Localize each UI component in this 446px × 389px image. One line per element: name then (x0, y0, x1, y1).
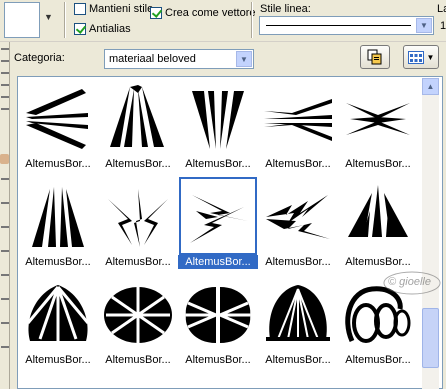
gallery-item-selected[interactable]: AltemusBor... (178, 175, 258, 273)
ruler-mark (1, 202, 9, 204)
cut-off-label: La (437, 3, 446, 15)
burst-bars-small-icon (346, 103, 410, 135)
copy-button[interactable] (360, 45, 390, 69)
gallery-item-caption: AltemusBor... (105, 354, 171, 366)
toolbar-separator (64, 2, 66, 38)
gallery-item[interactable]: AltemusBor... (258, 77, 338, 175)
swatch-dropdown-icon[interactable]: ▼ (44, 12, 53, 22)
chevron-down-icon: ▼ (426, 52, 435, 62)
gallery-item[interactable]: AltemusBor... (18, 273, 98, 371)
view-grid-icon (407, 50, 424, 64)
gallery-item-caption: AltemusBor... (265, 256, 331, 268)
categoria-select[interactable]: materiaal beloved ▼ (104, 49, 254, 69)
ruler-mark (1, 346, 9, 348)
gallery-item-caption: AltemusBor... (185, 354, 251, 366)
toolbar: ▼ Mantieni stile Antialias Crea come vet… (0, 0, 446, 42)
ruler-mark (1, 84, 9, 86)
burst-bars-pair-icon (26, 89, 88, 149)
gallery-item-caption: AltemusBor... (105, 158, 171, 170)
ruler-mark (1, 178, 9, 180)
spikes-down-icon (192, 91, 244, 149)
gallery-item[interactable]: AltemusBor... (98, 273, 178, 371)
checkbox-box[interactable] (150, 7, 162, 19)
spikes-lightning-icon (108, 189, 168, 247)
shell-fan-icon (26, 285, 90, 341)
gallery-scrollbar[interactable]: ▲ (422, 78, 439, 389)
stile-linea-select[interactable]: ▼ (259, 16, 434, 35)
shape-gallery: AltemusBor... AltemusBor... AltemusBor..… (17, 76, 443, 389)
watermark-logo: © gioelle (380, 268, 444, 298)
mantieni-stile-checkbox[interactable]: Mantieni stile (74, 3, 153, 15)
antialias-checkbox[interactable]: Antialias (74, 23, 131, 35)
gallery-item[interactable]: AltemusBor... (178, 273, 258, 371)
gallery-item[interactable]: AltemusBor... (258, 273, 338, 371)
shell-rays-icon (266, 285, 330, 341)
shell-split-2-icon (185, 287, 251, 343)
gallery-item-caption: AltemusBor... (178, 255, 258, 269)
lightning-zigzag-icon (266, 195, 330, 239)
scroll-up-icon[interactable]: ▲ (422, 78, 439, 95)
ruler-mark (1, 60, 9, 62)
gallery-item-caption: AltemusBor... (25, 354, 91, 366)
gallery-item[interactable]: AltemusBor... (98, 77, 178, 175)
crea-vettore-checkbox[interactable]: Crea come vettore (150, 7, 255, 19)
gallery-item-caption: AltemusBor... (345, 158, 411, 170)
gallery-item-caption: AltemusBor... (105, 256, 171, 268)
ruler-mark (1, 274, 9, 276)
gallery-item-caption: AltemusBor... (265, 158, 331, 170)
gallery-item-caption: AltemusBor... (185, 158, 251, 170)
toolbar-separator (251, 2, 253, 38)
lightning-pair-icon (190, 195, 248, 243)
gallery-item[interactable]: AltemusBor... (18, 77, 98, 175)
mantieni-stile-label: Mantieni stile (89, 3, 154, 15)
gallery-item-caption: AltemusBor... (25, 158, 91, 170)
gallery-item[interactable]: AltemusBor... (18, 175, 98, 273)
chevron-down-icon[interactable]: ▼ (236, 51, 252, 67)
color-swatch[interactable] (4, 2, 40, 38)
spikes-arc-icon (348, 185, 408, 237)
spikes-tall-icon (32, 187, 84, 247)
copy-icon (367, 49, 382, 65)
ruler-mark (1, 322, 9, 324)
gallery-item[interactable]: AltemusBor... (338, 77, 418, 175)
gallery-item[interactable]: AltemusBor... (178, 77, 258, 175)
burst-bars-wide-icon (264, 99, 332, 141)
ruler-mark (1, 226, 9, 228)
palette-icon[interactable] (0, 154, 9, 164)
gallery-item-caption: AltemusBor... (25, 256, 91, 268)
checkbox-box[interactable] (74, 3, 86, 15)
ruler-mark (1, 48, 9, 50)
gallery-item-caption: AltemusBor... (345, 256, 411, 268)
cut-off-value: 1 (440, 20, 446, 32)
scrollbar-thumb[interactable] (422, 308, 439, 368)
view-options-button[interactable]: ▼ (403, 45, 439, 69)
ruler-mark (1, 108, 9, 110)
gallery-item[interactable]: AltemusBor... (258, 175, 338, 273)
left-ruler-strip (0, 42, 10, 389)
categoria-value: materiaal beloved (109, 53, 196, 65)
crea-vettore-label: Crea come vettore (165, 7, 256, 19)
ruler-mark (1, 72, 9, 74)
spikes-up-icon (110, 85, 164, 147)
gallery-item[interactable]: AltemusBor... (338, 175, 418, 273)
ruler-mark (1, 96, 9, 98)
gallery-item[interactable]: AltemusBor... (98, 175, 178, 273)
shell-split-icon (104, 287, 172, 343)
line-style-preview (266, 25, 411, 26)
chevron-down-icon[interactable]: ▼ (416, 18, 432, 33)
checkbox-box[interactable] (74, 23, 86, 35)
gallery-item-caption: AltemusBor... (265, 354, 331, 366)
ruler-mark (1, 250, 9, 252)
ruler-mark (1, 298, 9, 300)
watermark-text: © gioelle (388, 276, 431, 288)
gallery-item-caption: AltemusBor... (345, 354, 411, 366)
stile-linea-label: Stile linea: (260, 3, 311, 15)
categoria-label: Categoria: (14, 52, 65, 64)
antialias-label: Antialias (89, 23, 131, 35)
